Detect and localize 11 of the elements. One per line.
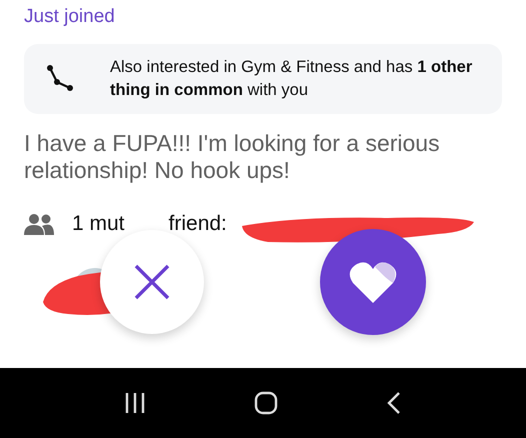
common-interests-text: Also interested in Gym & Fitness and has 1 other thing in common with you: [110, 57, 474, 101]
back-icon[interactable]: [386, 391, 402, 415]
section-heading: Just joined: [24, 5, 115, 29]
mutual-friends-text: 1 mut: [72, 211, 125, 238]
heart-icon: [349, 261, 397, 303]
mutual-friends-text: friend:: [168, 211, 227, 238]
home-icon[interactable]: [254, 391, 278, 415]
close-icon: [134, 264, 170, 300]
recent-apps-icon[interactable]: [124, 392, 146, 414]
people-icon: [24, 213, 54, 235]
bio-text: I have a FUPA!!! I'm looking for a serious relationship! No hook ups!: [24, 130, 441, 184]
